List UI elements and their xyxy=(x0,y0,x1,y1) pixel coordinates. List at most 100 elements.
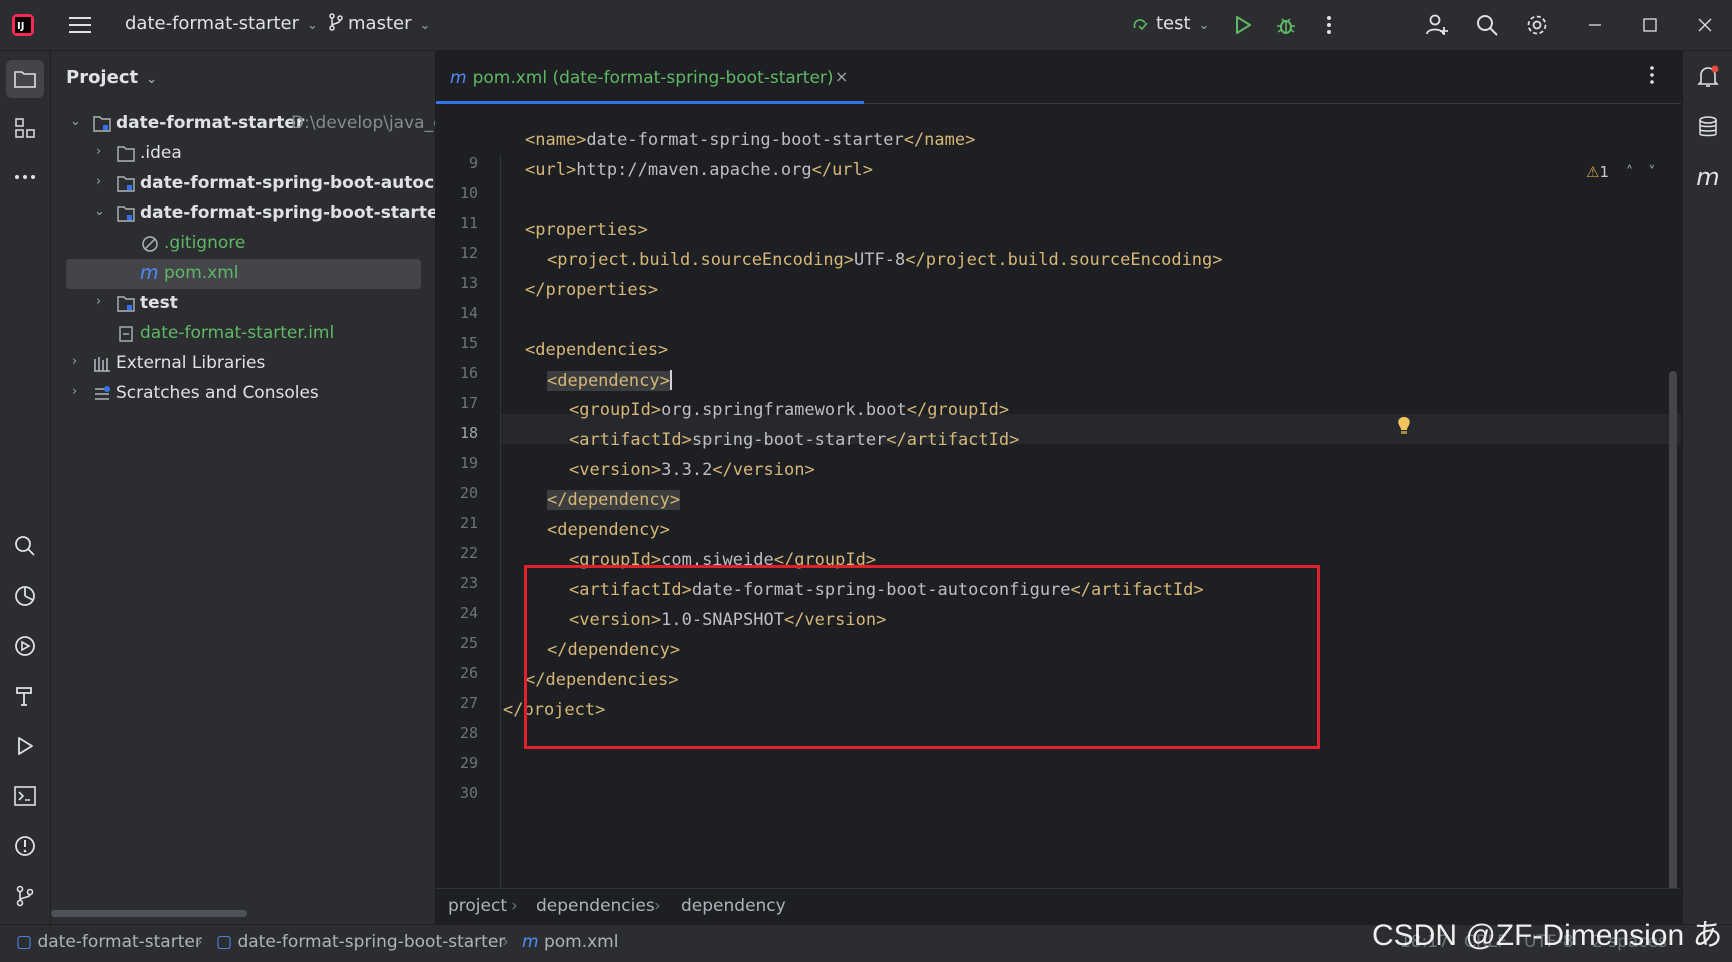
chevron-down-icon: ⌄ xyxy=(70,114,81,129)
database-icon[interactable] xyxy=(1694,113,1722,141)
more-icon[interactable] xyxy=(11,163,39,191)
notifications-icon[interactable] xyxy=(1694,63,1722,91)
module-icon: ▢ xyxy=(216,932,233,952)
structure-icon[interactable] xyxy=(11,114,39,142)
project-switcher[interactable]: date-format-starter ⌄ xyxy=(125,13,318,34)
horizontal-scrollbar[interactable] xyxy=(51,910,247,917)
build-icon[interactable] xyxy=(11,682,39,710)
breadcrumb-separator-icon: › xyxy=(654,896,661,916)
more-icon[interactable] xyxy=(1649,65,1655,89)
close-icon[interactable] xyxy=(1692,12,1718,38)
annotation-red-box xyxy=(524,565,1320,749)
tree-item-pom[interactable]: m pom.xml xyxy=(66,259,421,289)
tree-item-path: D:\develop\java_c xyxy=(291,113,435,133)
run-icon[interactable] xyxy=(1230,12,1256,38)
terminal-icon[interactable] xyxy=(11,782,39,810)
vertical-scrollbar[interactable] xyxy=(1669,371,1677,931)
library-icon xyxy=(94,357,110,372)
app-logo-icon[interactable]: IJ xyxy=(10,12,36,38)
lightbulb-icon[interactable] xyxy=(1397,416,1411,436)
settings-icon[interactable] xyxy=(1524,12,1550,38)
chevron-down-icon[interactable]: ˅ xyxy=(1648,163,1656,181)
tree-item-iml[interactable]: date-format-starter.iml xyxy=(51,319,435,349)
line-number: 26 xyxy=(459,664,478,682)
right-tool-window-bar: m xyxy=(1682,51,1732,924)
folder-icon[interactable] xyxy=(6,60,44,98)
tree-item-gitignore[interactable]: .gitignore xyxy=(51,229,435,259)
problems-icon[interactable] xyxy=(11,832,39,860)
line-number: 19 xyxy=(459,454,478,472)
tree-item-starter[interactable]: ⌄ date-format-spring-boot-starter xyxy=(51,199,435,229)
line-gutter: 9 10 11 12 13 14 15 16 17 18 19 20 21 22 23 24 25 26 27 28 2… xyxy=(436,154,501,940)
code-line: <artifactId>spring-boot-starter</artifac… xyxy=(569,430,1020,450)
left-tool-window-bar xyxy=(0,51,51,924)
code-line: <groupId>org.springframework.boot</group… xyxy=(569,400,1010,420)
maven-icon[interactable]: m xyxy=(1694,163,1722,191)
minimize-icon[interactable] xyxy=(1582,12,1608,38)
code-line: <dependency> xyxy=(547,520,670,540)
chevron-down-icon: ⌄ xyxy=(1198,18,1210,33)
more-icon[interactable] xyxy=(1316,12,1342,38)
tree-item-external-libraries[interactable]: › External Libraries xyxy=(51,349,435,379)
status-path-item[interactable]: ▢ date-format-spring-boot-starter xyxy=(216,932,505,952)
breadcrumb-separator-icon: › xyxy=(502,932,509,952)
tree-item-label: .gitignore xyxy=(164,233,246,253)
editor-area: m pom.xml (date-format-spring-boot-starte… xyxy=(436,51,1681,940)
close-tab-icon[interactable]: × xyxy=(835,67,848,86)
tree-item-label: .idea xyxy=(140,143,182,163)
tree-item-test[interactable]: › test xyxy=(51,289,435,319)
module-folder-icon xyxy=(117,206,135,222)
search-icon[interactable] xyxy=(1474,12,1500,38)
ignore-file-icon xyxy=(142,236,158,252)
code-line: <dependencies> xyxy=(525,340,669,360)
chevron-right-icon: › xyxy=(72,384,78,399)
tree-item-label: date-format-starter.iml xyxy=(140,323,335,343)
tree-item-scratches[interactable]: › Scratches and Consoles xyxy=(51,379,435,409)
chevron-up-icon[interactable]: ˄ xyxy=(1626,163,1634,181)
project-name: date-format-starter xyxy=(125,13,300,34)
add-user-icon[interactable] xyxy=(1424,12,1450,38)
line-number: 9 xyxy=(468,154,478,172)
services-icon[interactable] xyxy=(11,632,39,660)
git-icon[interactable] xyxy=(11,882,39,910)
module-folder-icon xyxy=(117,296,135,312)
chevron-down-icon: ⌄ xyxy=(307,18,318,33)
line-number: 14 xyxy=(459,304,478,322)
line-number: 21 xyxy=(459,514,478,532)
breadcrumb-item[interactable]: dependency xyxy=(681,896,786,916)
project-panel: Project ⌄ ⌄ date-format-starter D:\develo… xyxy=(51,51,436,924)
line-number: 22 xyxy=(459,544,478,562)
line-number: 28 xyxy=(459,724,478,742)
status-path-item[interactable]: ▢ date-format-starter xyxy=(16,932,202,952)
breadcrumb-item[interactable]: project xyxy=(448,896,507,916)
breadcrumb-item[interactable]: dependencies xyxy=(536,896,655,916)
tree-item-idea[interactable]: › .idea xyxy=(51,139,435,169)
tree-item-root[interactable]: ⌄ date-format-starter D:\develop\java_c xyxy=(51,109,435,139)
breadcrumb-separator-icon: › xyxy=(196,932,203,952)
line-number: 10 xyxy=(459,184,478,202)
branch-name: master xyxy=(348,13,412,34)
code-editor[interactable]: 9 10 11 12 13 14 15 16 17 18 19 20 21 22 23 24 25 26 27 28 2… xyxy=(436,103,1681,940)
project-panel-title[interactable]: Project ⌄ xyxy=(66,67,157,88)
module-icon: ▢ xyxy=(16,932,33,952)
run-config-icon xyxy=(1133,19,1148,31)
tab-pom-xml[interactable]: m pom.xml (date-format-spring-boot-starte… xyxy=(436,51,864,104)
maven-icon: m xyxy=(522,932,539,952)
status-path-item[interactable]: m pom.xml xyxy=(522,932,618,952)
hamburger-menu-icon[interactable] xyxy=(67,12,93,38)
breadcrumb-separator-icon: › xyxy=(511,896,518,916)
line-number: 11 xyxy=(459,214,478,232)
maximize-icon[interactable] xyxy=(1637,12,1663,38)
run-config-selector[interactable]: test ⌄ xyxy=(1130,13,1209,34)
line-number: 25 xyxy=(459,634,478,652)
run-icon[interactable] xyxy=(11,732,39,760)
branch-switcher[interactable]: master ⌄ xyxy=(328,13,430,34)
code-line: <name>date-format-spring-boot-starter</n… xyxy=(525,130,976,150)
tree-item-autoconfigure[interactable]: › date-format-spring-boot-autoconf xyxy=(51,169,435,199)
code-line: </dependency> xyxy=(547,490,681,510)
tree-item-label: test xyxy=(140,293,178,313)
inspection-widget[interactable]: ⚠1 ˄ ˅ xyxy=(1586,163,1656,181)
debug-icon[interactable] xyxy=(1273,12,1299,38)
find-icon[interactable] xyxy=(11,532,39,560)
profiler-icon[interactable] xyxy=(11,582,39,610)
